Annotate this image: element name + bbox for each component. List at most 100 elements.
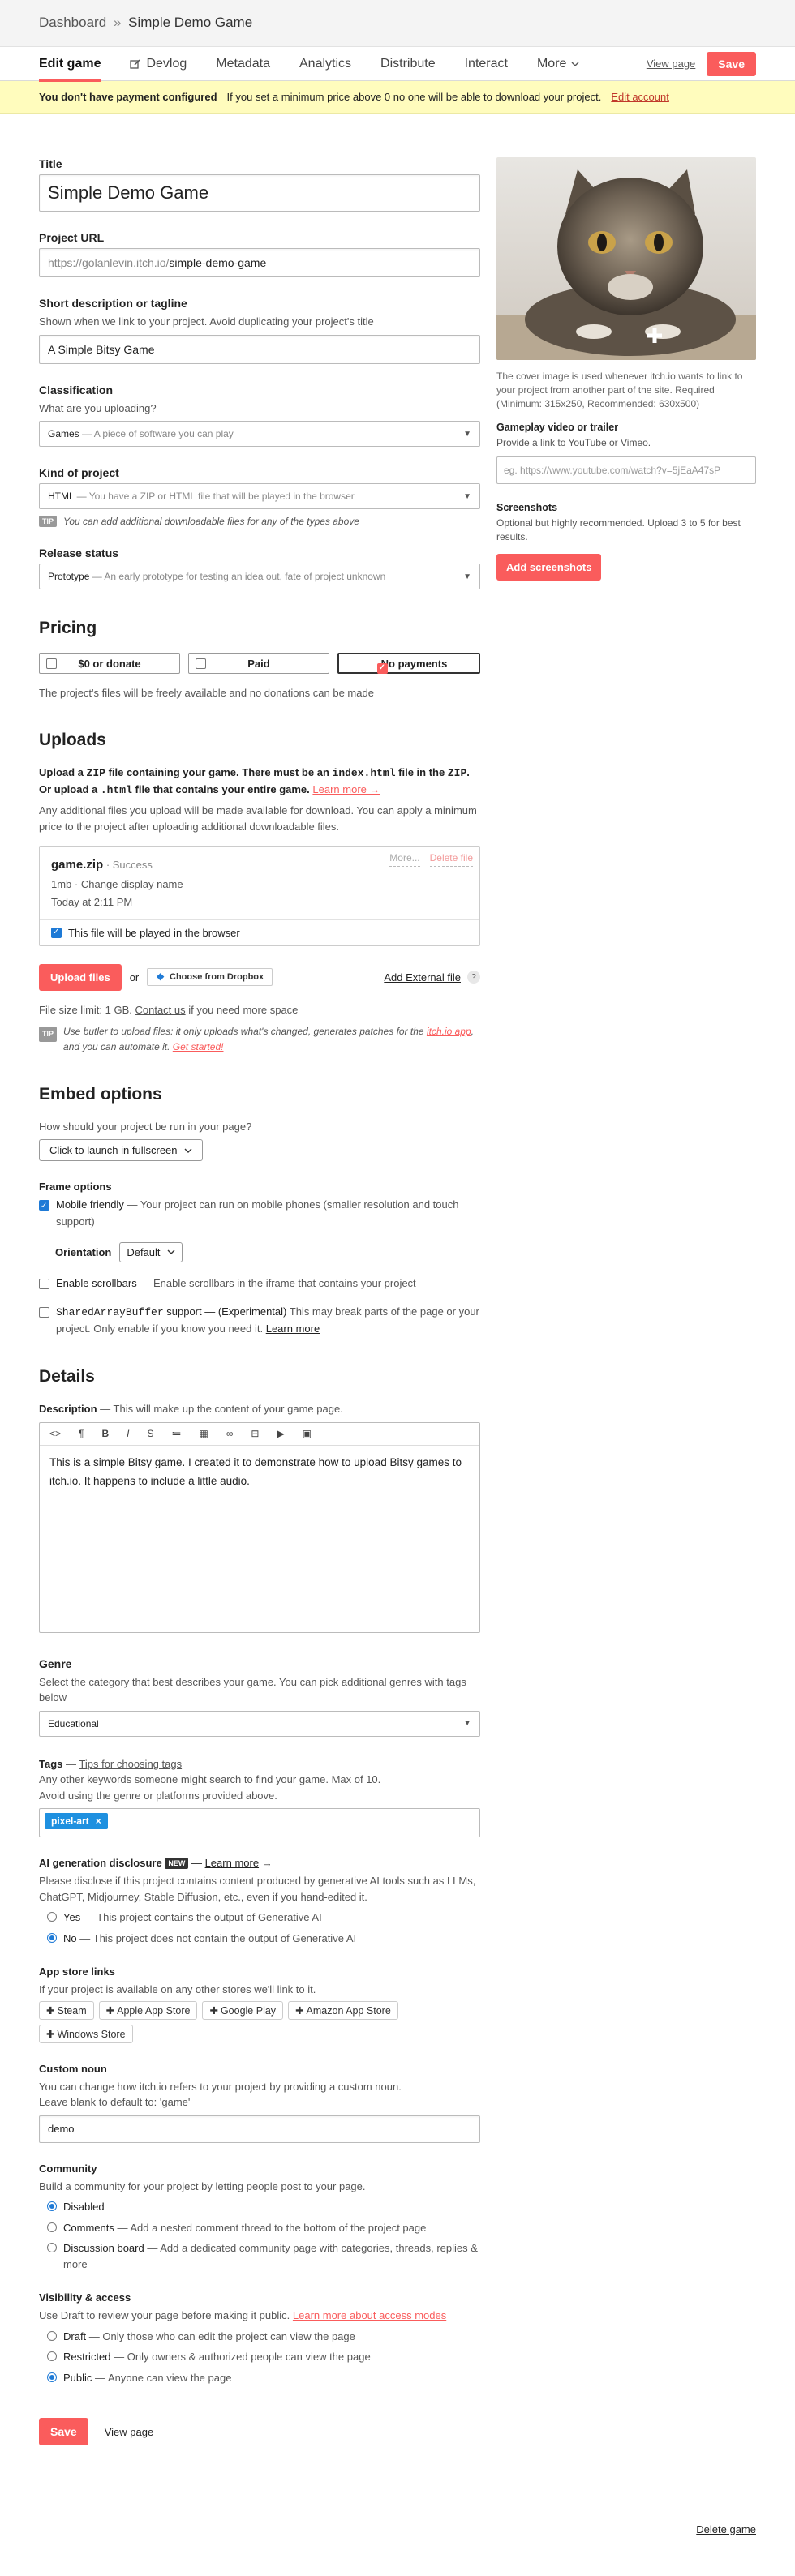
short-desc-input[interactable]: A Simple Bitsy Game <box>39 334 480 364</box>
price-free-donate[interactable]: $0 or donate <box>39 653 180 674</box>
strikethrough-icon[interactable]: S <box>147 1428 153 1439</box>
access-modes-link[interactable]: Learn more about access modes <box>293 2309 446 2321</box>
custom-noun-input[interactable]: demo <box>39 2115 480 2143</box>
tab-more[interactable]: More <box>522 47 594 81</box>
uploads-additional: Any additional files you upload will be … <box>39 804 477 833</box>
butler-tip: TIP Use butler to upload files: it only … <box>39 1024 480 1055</box>
add-screenshots-button[interactable]: Add screenshots <box>496 553 602 581</box>
tab-edit-game[interactable]: Edit game <box>39 47 115 82</box>
paragraph-icon[interactable]: ¶ <box>79 1428 84 1439</box>
ai-no-option[interactable]: No — This project does not contain the o… <box>47 1931 480 1947</box>
tab-bar: Edit game Devlog Metadata Analytics Dist… <box>0 47 795 82</box>
delete-game-link[interactable]: Delete game <box>696 2523 756 2535</box>
tags-input[interactable]: pixel-art × <box>39 1808 480 1838</box>
community-board-option[interactable]: Discussion board — Add a dedicated commu… <box>47 2240 480 2272</box>
price-paid[interactable]: Paid <box>188 653 329 674</box>
visibility-restricted-option[interactable]: Restricted — Only owners & authorized pe… <box>47 2349 480 2365</box>
view-page-link[interactable]: View page <box>647 58 695 70</box>
tip-badge: TIP <box>39 516 58 527</box>
visibility-public-option[interactable]: Public — Anyone can view the page <box>47 2370 480 2386</box>
genre-label: Genre <box>39 1657 72 1670</box>
breadcrumb-current[interactable]: Simple Demo Game <box>128 15 252 30</box>
tab-metadata[interactable]: Metadata <box>201 47 285 81</box>
table-icon[interactable]: ▦ <box>200 1428 208 1439</box>
title-input[interactable]: Simple Demo Game <box>39 174 480 212</box>
store-apple-button[interactable]: ✚ Apple App Store <box>98 2000 198 2020</box>
sab-learn-more[interactable]: Learn more <box>266 1322 320 1335</box>
change-display-name-link[interactable]: Change display name <box>81 878 183 890</box>
store-google-button[interactable]: ✚ Google Play <box>202 2000 284 2020</box>
list-icon[interactable]: ≔ <box>172 1428 182 1439</box>
ai-learn-more[interactable]: Learn more <box>205 1857 259 1869</box>
video-icon[interactable]: ▶ <box>277 1428 284 1439</box>
embed-mode-select[interactable]: Click to launch in fullscreen <box>39 1139 203 1162</box>
file-name: game.zip <box>51 858 104 872</box>
genre-select[interactable]: Educational ▼ <box>39 1710 480 1737</box>
tab-analytics[interactable]: Analytics <box>285 47 366 81</box>
tab-interact[interactable]: Interact <box>450 47 522 81</box>
bold-icon[interactable]: B <box>101 1428 109 1439</box>
footer-view-page-link[interactable]: View page <box>105 2426 153 2438</box>
community-disabled-option[interactable]: Disabled <box>47 2199 480 2215</box>
tab-distribute[interactable]: Distribute <box>366 47 450 81</box>
tags-help-1: Any other keywords someone might search … <box>39 1773 381 1786</box>
mobile-friendly-checkbox[interactable] <box>39 1200 49 1213</box>
frame-options-label: Frame options <box>39 1181 112 1194</box>
kind-tip: TIP You can add additional downloadable … <box>39 516 480 527</box>
footer-save-button[interactable]: Save <box>39 2418 88 2446</box>
align-icon[interactable]: ⊟ <box>251 1428 259 1439</box>
sab-checkbox[interactable] <box>39 1306 49 1318</box>
remove-tag-icon[interactable]: × <box>96 1815 101 1827</box>
visibility-draft-option[interactable]: Draft — Only those who can edit the proj… <box>47 2329 480 2345</box>
itch-app-link[interactable]: itch.io app <box>427 1026 471 1037</box>
orientation-select[interactable]: Default <box>119 1241 183 1262</box>
get-started-link[interactable]: Get started! <box>173 1041 224 1052</box>
community-comments-option[interactable]: Comments — Add a nested comment thread t… <box>47 2220 480 2236</box>
file-more-button[interactable]: More... <box>389 850 420 868</box>
classification-label: Classification <box>39 383 114 396</box>
uploads-learn-more[interactable]: Learn more → <box>312 783 380 795</box>
release-select[interactable]: Prototype — An early prototype for testi… <box>39 564 480 589</box>
details-heading: Details <box>39 1367 95 1387</box>
edit-account-link[interactable]: Edit account <box>611 91 669 103</box>
classification-help: What are you uploading? <box>39 401 157 414</box>
cover-image[interactable] <box>496 157 756 360</box>
contact-us-link[interactable]: Contact us <box>135 1004 185 1016</box>
played-in-browser-checkbox[interactable] <box>51 927 62 938</box>
image-icon[interactable]: ▣ <box>303 1428 312 1439</box>
visibility-label: Visibility & access <box>39 2291 131 2304</box>
breadcrumb-dashboard[interactable]: Dashboard <box>39 15 106 30</box>
embed-heading: Embed options <box>39 1084 162 1104</box>
store-windows-button[interactable]: ✚ Windows Store <box>39 2024 133 2043</box>
scrollbars-checkbox[interactable] <box>39 1278 49 1289</box>
embed-question: How should your project be run in your p… <box>39 1120 252 1133</box>
description-content[interactable]: This is a simple Bitsy game. I created i… <box>40 1446 479 1499</box>
noun-help-1: You can change how itch.io refers to you… <box>39 2080 402 2093</box>
breadcrumb: Dashboard » Simple Demo Game <box>0 0 795 47</box>
ai-yes-option[interactable]: Yes — This project contains the output o… <box>47 1909 480 1926</box>
file-date: Today at 2:11 PM <box>51 895 133 908</box>
link-icon[interactable]: ∞ <box>226 1428 234 1439</box>
upload-files-button[interactable]: Upload files <box>39 963 122 991</box>
uploads-heading: Uploads <box>39 730 106 749</box>
description-editor[interactable]: <> ¶ B I S ≔ ▦ ∞ ⊟ ▶ ▣ This is a simple … <box>39 1421 480 1633</box>
kind-label: Kind of project <box>39 466 119 479</box>
code-icon[interactable]: <> <box>49 1428 61 1439</box>
form-footer: Save View page <box>39 2418 480 2470</box>
tag-tips-link[interactable]: Tips for choosing tags <box>79 1758 182 1770</box>
classification-select[interactable]: Games — A piece of software you can play… <box>39 421 480 447</box>
video-label: Gameplay video or trailer <box>496 422 619 434</box>
italic-icon[interactable]: I <box>127 1428 129 1439</box>
dropbox-button[interactable]: ❖ Choose from Dropbox <box>147 968 273 987</box>
kind-select[interactable]: HTML — You have a ZIP or HTML file that … <box>39 483 480 509</box>
tab-devlog[interactable]: Devlog <box>115 47 201 81</box>
store-steam-button[interactable]: ✚ Steam <box>39 2000 94 2020</box>
save-button[interactable]: Save <box>707 51 756 76</box>
price-no-payments[interactable]: No payments <box>337 653 480 674</box>
video-url-input[interactable]: eg. https://www.youtube.com/watch?v=5jEa… <box>496 456 756 485</box>
add-external-file-link[interactable]: Add External file <box>384 971 461 984</box>
delete-file-button[interactable]: Delete file <box>429 850 473 868</box>
project-url-input[interactable]: https://golanlevin.itch.io/ simple-demo-… <box>39 248 480 277</box>
store-amazon-button[interactable]: ✚ Amazon App Store <box>288 2000 398 2020</box>
help-icon[interactable]: ? <box>467 971 480 984</box>
